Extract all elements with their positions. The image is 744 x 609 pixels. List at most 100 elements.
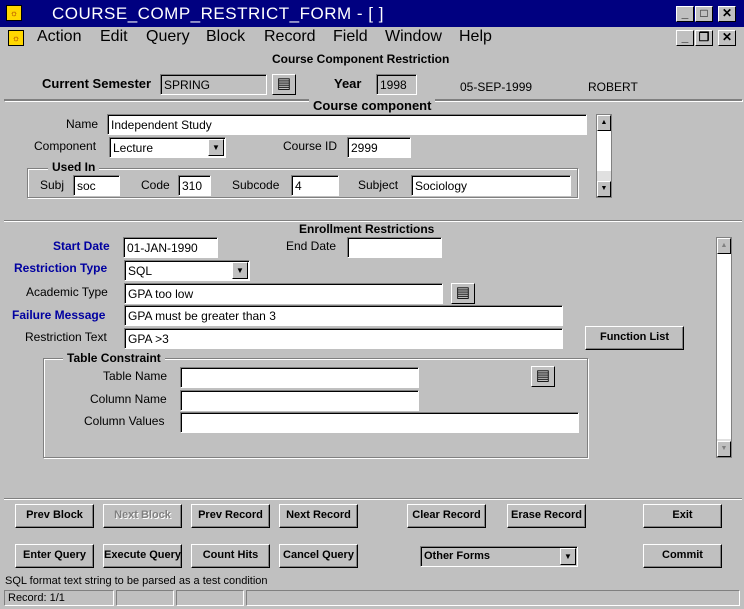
enter-query-button[interactable]: Enter Query: [15, 544, 94, 568]
year-label: Year: [334, 76, 362, 91]
status-hint: SQL format text string to be parsed as a…: [5, 575, 268, 587]
end-date-field[interactable]: [347, 237, 442, 258]
doc-restore-icon[interactable]: ❐: [695, 30, 713, 46]
restriction-text-label: Restriction Text: [25, 330, 107, 344]
subcode-field[interactable]: 4: [291, 175, 339, 196]
button-area-divider: [4, 498, 742, 500]
enrollment-scroll-thumb[interactable]: [717, 254, 731, 439]
current-date: 05-SEP-1999: [460, 80, 533, 94]
subject-label: Subject: [358, 178, 399, 192]
enrollment-title: Enrollment Restrictions: [295, 222, 439, 236]
record-counter: Record: 1/1: [4, 590, 114, 606]
current-user: ROBERT: [588, 80, 638, 94]
scroll-up-icon[interactable]: ▲: [717, 238, 731, 254]
subcode-label: Subcode: [232, 178, 280, 192]
form-title: Course Component Restriction: [272, 52, 450, 66]
name-field[interactable]: Independent Study: [107, 114, 587, 135]
code-field[interactable]: 310: [178, 175, 211, 196]
menu-block[interactable]: Block: [206, 28, 245, 46]
close-icon[interactable]: ✕: [718, 6, 736, 22]
course-id-label: Course ID: [283, 139, 338, 153]
doc-close-icon[interactable]: ✕: [718, 30, 736, 46]
semester-lov-icon[interactable]: ▤: [272, 74, 296, 95]
document-icon[interactable]: ☼: [8, 30, 24, 46]
failure-message-field[interactable]: GPA must be greater than 3: [124, 305, 563, 326]
course-id-field[interactable]: 2999: [347, 137, 411, 158]
start-date-label: Start Date: [53, 239, 110, 253]
restriction-type-label: Restriction Type: [14, 261, 108, 275]
table-name-lov-icon[interactable]: ▤: [531, 366, 555, 387]
execute-query-button[interactable]: Execute Query: [103, 544, 182, 568]
subj-label: Subj: [40, 178, 65, 192]
course-component-title: Course component: [309, 98, 436, 113]
component-value: Lecture: [113, 141, 154, 155]
table-name-label: Table Name: [103, 369, 168, 383]
menu-edit[interactable]: Edit: [100, 28, 128, 46]
component-select[interactable]: Lecture ▼: [109, 137, 226, 158]
current-semester-field[interactable]: SPRING: [160, 74, 267, 95]
chevron-down-icon[interactable]: ▼: [208, 139, 224, 156]
prev-record-button[interactable]: Prev Record: [191, 504, 270, 528]
title-bar: ☼ COURSE_COMP_RESTRICT_FORM - [ ] _ □ ✕: [0, 0, 744, 27]
cancel-query-button[interactable]: Cancel Query: [279, 544, 358, 568]
chevron-down-icon[interactable]: ▼: [560, 548, 576, 565]
academic-type-field[interactable]: GPA too low: [124, 283, 443, 304]
course-scrollbar[interactable]: ▲ ▼: [596, 114, 612, 198]
count-hits-button[interactable]: Count Hits: [191, 544, 270, 568]
status-bar: SQL format text string to be parsed as a…: [0, 573, 744, 609]
menu-help[interactable]: Help: [459, 28, 492, 46]
table-constraint-title: Table Constraint: [63, 351, 165, 365]
course-scroll-thumb[interactable]: [597, 131, 611, 171]
end-date-label: End Date: [286, 239, 337, 253]
column-values-label: Column Values: [84, 414, 165, 428]
scroll-up-icon[interactable]: ▲: [597, 115, 611, 131]
prev-block-button[interactable]: Prev Block: [15, 504, 94, 528]
start-date-field[interactable]: 01-JAN-1990: [123, 237, 218, 258]
restriction-type-select[interactable]: SQL ▼: [124, 260, 250, 281]
maximize-icon[interactable]: □: [695, 6, 713, 22]
status-cell-2: [116, 590, 174, 606]
code-label: Code: [141, 178, 170, 192]
menu-bar: ☼ Action Edit Query Block Record Field W…: [0, 27, 744, 49]
other-forms-value: Other Forms: [424, 550, 491, 562]
minimize-icon[interactable]: _: [676, 6, 694, 22]
column-name-label: Column Name: [90, 392, 167, 406]
function-list-button[interactable]: Function List: [585, 326, 684, 350]
academic-type-lov-icon[interactable]: ▤: [451, 283, 475, 304]
next-block-button[interactable]: Next Block: [103, 504, 182, 528]
failure-message-label: Failure Message: [12, 308, 106, 322]
current-semester-label: Current Semester: [42, 76, 152, 91]
doc-minimize-icon[interactable]: _: [676, 30, 694, 46]
scroll-down-icon[interactable]: ▼: [717, 441, 731, 457]
other-forms-select[interactable]: Other Forms ▼: [420, 546, 578, 567]
app-icon: ☼: [6, 5, 22, 21]
subj-field[interactable]: soc: [73, 175, 120, 196]
status-cell-3: [176, 590, 244, 606]
scroll-down-icon[interactable]: ▼: [597, 181, 611, 197]
restriction-type-value: SQL: [128, 264, 153, 278]
next-record-button[interactable]: Next Record: [279, 504, 358, 528]
menu-window[interactable]: Window: [385, 28, 442, 46]
column-name-field[interactable]: [180, 390, 419, 411]
enrollment-scrollbar[interactable]: ▲ ▼: [716, 237, 732, 458]
commit-button[interactable]: Commit: [643, 544, 722, 568]
window-title: COURSE_COMP_RESTRICT_FORM - [ ]: [52, 4, 384, 23]
column-values-field[interactable]: [180, 412, 579, 433]
clear-record-button[interactable]: Clear Record: [407, 504, 486, 528]
chevron-down-icon[interactable]: ▼: [232, 262, 248, 279]
component-label: Component: [34, 139, 97, 153]
academic-type-label: Academic Type: [26, 285, 108, 299]
name-label: Name: [66, 117, 99, 131]
menu-action[interactable]: Action: [37, 28, 81, 46]
subject-field[interactable]: Sociology: [411, 175, 571, 196]
exit-button[interactable]: Exit: [643, 504, 722, 528]
erase-record-button[interactable]: Erase Record: [507, 504, 586, 528]
table-name-field[interactable]: [180, 367, 419, 388]
status-cell-4: [246, 590, 740, 606]
menu-field[interactable]: Field: [333, 28, 368, 46]
restriction-text-field[interactable]: GPA >3: [124, 328, 563, 349]
menu-record[interactable]: Record: [264, 28, 316, 46]
menu-query[interactable]: Query: [146, 28, 190, 46]
used-in-title: Used In: [48, 160, 100, 174]
year-field[interactable]: 1998: [376, 74, 417, 95]
